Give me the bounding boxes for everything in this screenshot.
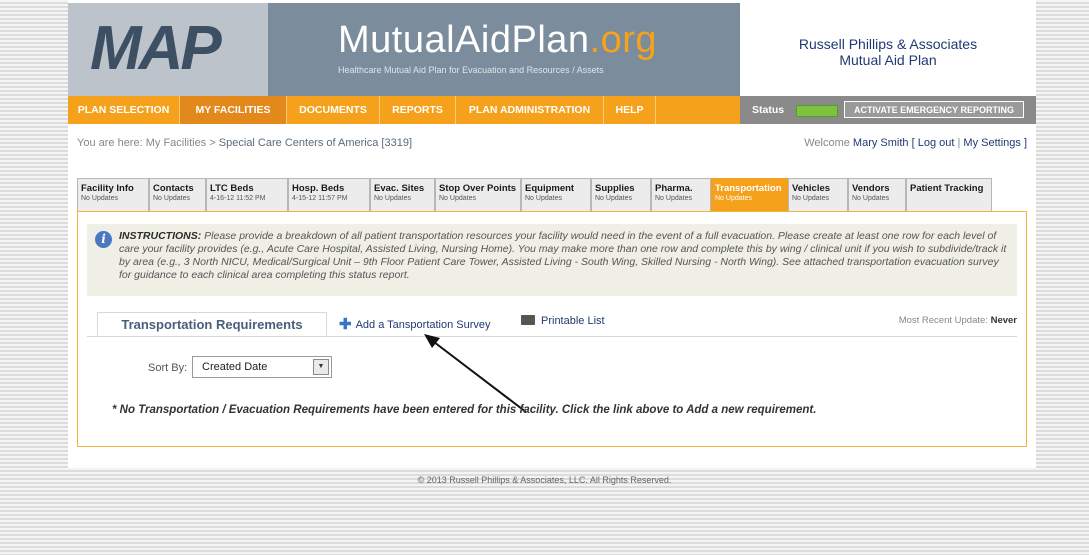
- nav-documents[interactable]: Documents: [287, 96, 380, 124]
- main-nav: Plan Selection My Facilities Documents R…: [68, 96, 1036, 124]
- brand-tagline: Healthcare Mutual Aid Plan for Evacuatio…: [338, 65, 604, 75]
- tab-patient-tracking[interactable]: Patient Tracking: [906, 178, 992, 211]
- settings-link[interactable]: My Settings ]: [963, 137, 1027, 149]
- nav-reports[interactable]: Reports: [380, 96, 456, 124]
- logout-link[interactable]: [ Log out: [912, 137, 955, 149]
- tab-contacts[interactable]: Contacts No Updates: [149, 178, 206, 211]
- tab-evac-sites[interactable]: Evac. Sites No Updates: [370, 178, 435, 211]
- status-indicator: [796, 105, 838, 117]
- tab-ltc-beds[interactable]: LTC Beds 4-16-12 11:52 PM: [206, 178, 288, 211]
- tab-hosp-beds[interactable]: Hosp. Beds 4-15-12 11:57 PM: [288, 178, 370, 211]
- tab-supplies[interactable]: Supplies No Updates: [591, 178, 651, 211]
- nav-plan-selection[interactable]: Plan Selection: [68, 96, 180, 124]
- tab-facility-info[interactable]: Facility Info No Updates: [77, 178, 149, 211]
- nav-plan-administration[interactable]: Plan Administration: [456, 96, 604, 124]
- tab-stop-over-points[interactable]: Stop Over Points No Updates: [435, 178, 521, 211]
- activate-emergency-button[interactable]: Activate Emergency Reporting: [844, 101, 1024, 118]
- footer: © 2013 Russell Phillips & Associates, LL…: [417, 475, 672, 485]
- empty-state-message: * No Transportation / Evacuation Require…: [112, 404, 817, 416]
- nav-my-facilities[interactable]: My Facilities: [180, 96, 287, 124]
- breadcrumb-current: Special Care Centers of America [3319]: [218, 137, 413, 149]
- brand-name: MutualAidPlan.org: [338, 19, 658, 61]
- breadcrumb: You are here: My Facilities > Special Ca…: [77, 137, 413, 149]
- status-label: Status: [752, 104, 785, 116]
- status-area: Status Activate Emergency Reporting: [740, 96, 1036, 124]
- logo: MAP: [90, 14, 222, 83]
- tab-equipment[interactable]: Equipment No Updates: [521, 178, 591, 211]
- nav-help[interactable]: Help: [604, 96, 656, 124]
- client-name: Russell Phillips & Associates Mutual Aid…: [798, 36, 978, 68]
- header: MAP MutualAidPlan.org Healthcare Mutual …: [68, 3, 1036, 96]
- logo-box[interactable]: MAP: [68, 3, 268, 96]
- user-name: Mary Smith: [852, 137, 909, 149]
- welcome-area: Welcome Mary Smith [ Log out | My Settin…: [804, 137, 1027, 149]
- page-container: MAP MutualAidPlan.org Healthcare Mutual …: [68, 0, 1036, 468]
- tab-transportation[interactable]: Transportation No Updates: [711, 178, 788, 211]
- brand-banner: MutualAidPlan.org Healthcare Mutual Aid …: [268, 3, 740, 96]
- content-panel: i INSTRUCTIONS: Please provide a breakdo…: [77, 211, 1027, 447]
- tab-vehicles[interactable]: Vehicles No Updates: [788, 178, 848, 211]
- tab-pharma[interactable]: Pharma. No Updates: [651, 178, 711, 211]
- breadcrumb-link[interactable]: My Facilities: [146, 137, 207, 149]
- tab-vendors[interactable]: Vendors No Updates: [848, 178, 906, 211]
